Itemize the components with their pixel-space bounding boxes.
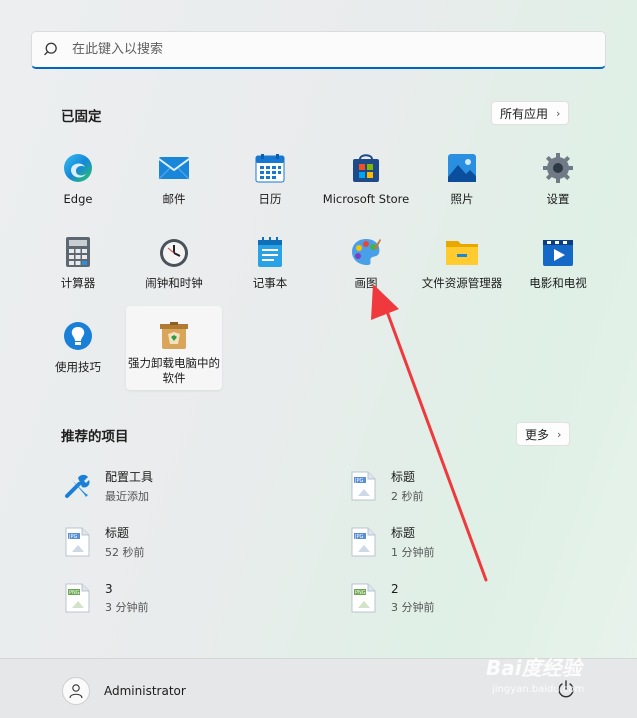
settings-icon	[540, 150, 576, 186]
item-title: 配置工具	[105, 470, 154, 484]
item-subtitle: 2 秒前	[391, 490, 424, 503]
calculator-icon	[60, 234, 96, 270]
app-photos[interactable]: 照片	[414, 140, 510, 224]
app-calculator[interactable]: 计算器	[30, 224, 126, 308]
movies-icon	[540, 234, 576, 270]
app-uninstaller[interactable]: 强力卸载电脑中的软件	[126, 306, 222, 390]
svg-text:JPG: JPG	[68, 534, 77, 540]
app-label: 记事本	[252, 276, 288, 290]
app-label: 邮件	[162, 192, 186, 206]
app-label: 电影和电视	[529, 276, 587, 290]
item-title: 标题	[391, 526, 416, 540]
png-file-icon: PNG	[347, 582, 379, 614]
all-apps-label: 所有应用	[500, 106, 549, 121]
app-label: 闹钟和时钟	[145, 276, 203, 290]
search-box[interactable]	[31, 31, 606, 69]
item-title: 标题	[391, 470, 416, 484]
more-label: 更多	[525, 427, 550, 442]
item-title: 2	[391, 581, 399, 596]
chevron-right-icon: ›	[556, 106, 561, 120]
app-file-explorer[interactable]: 文件资源管理器	[414, 224, 510, 308]
app-label: Edge	[63, 192, 93, 206]
user-name: Administrator	[104, 684, 186, 698]
app-microsoft-store[interactable]: Microsoft Store	[318, 140, 414, 224]
svg-text:PNG: PNG	[355, 590, 366, 596]
jpg-file-icon: JPG	[347, 470, 379, 502]
app-notepad[interactable]: 记事本	[222, 224, 318, 308]
paint-icon	[348, 234, 384, 270]
chevron-right-icon: ›	[557, 427, 562, 441]
jpg-file-icon: JPG	[347, 526, 379, 558]
app-label: 文件资源管理器	[421, 276, 503, 290]
svg-text:PNG: PNG	[69, 590, 80, 596]
all-apps-button[interactable]: 所有应用 ›	[491, 101, 570, 125]
app-clock[interactable]: 闹钟和时钟	[126, 224, 222, 308]
uninstall-icon	[156, 318, 192, 354]
item-title: 标题	[105, 526, 130, 540]
app-label: 计算器	[60, 276, 96, 290]
more-button[interactable]: 更多 ›	[516, 422, 571, 446]
app-movies-tv[interactable]: 电影和电视	[510, 224, 606, 308]
app-mail[interactable]: 邮件	[126, 140, 222, 224]
item-subtitle: 最近添加	[105, 490, 149, 503]
item-title: 3	[105, 581, 113, 596]
search-icon	[44, 42, 57, 55]
pinned-title: 已固定	[61, 109, 102, 125]
folder-icon	[444, 234, 480, 270]
tips-icon	[60, 318, 96, 354]
store-icon	[348, 150, 384, 186]
app-paint[interactable]: 画图	[318, 224, 414, 308]
app-label: 画图	[354, 276, 378, 290]
baidu-watermark: Bai度经验 jingyan.baidu.com	[486, 652, 606, 704]
item-subtitle: 52 秒前	[105, 546, 145, 559]
user-account-button[interactable]: Administrator	[62, 677, 186, 705]
app-edge[interactable]: Edge	[30, 140, 126, 224]
app-tips[interactable]: 使用技巧	[30, 308, 126, 392]
user-icon	[69, 684, 83, 699]
app-label: 设置	[546, 192, 570, 206]
svg-text:JPG: JPG	[354, 534, 363, 540]
tools-icon	[61, 470, 93, 502]
recommended-item[interactable]: PNG 3 3 分钟前	[61, 576, 321, 620]
item-subtitle: 3 分钟前	[105, 600, 149, 614]
recommended-title: 推荐的项目	[61, 429, 129, 445]
search-input[interactable]	[72, 42, 552, 57]
mail-icon	[156, 150, 192, 186]
recommended-item[interactable]: JPG 标题 2 秒前	[347, 464, 607, 508]
recommended-item[interactable]: 配置工具 最近添加	[61, 464, 321, 508]
item-subtitle: 3 分钟前	[391, 600, 435, 614]
svg-text:JPG: JPG	[354, 478, 363, 484]
app-label: 使用技巧	[55, 360, 101, 374]
recommended-item[interactable]: JPG 标题 52 秒前	[61, 520, 321, 564]
jpg-file-icon: JPG	[61, 526, 93, 558]
item-subtitle: 1 分钟前	[391, 546, 435, 559]
app-label: Microsoft Store	[322, 192, 410, 206]
png-file-icon: PNG	[61, 582, 93, 614]
recommended-item[interactable]: PNG 2 3 分钟前	[347, 576, 607, 620]
app-label: 强力卸载电脑中的软件	[128, 356, 220, 385]
notepad-icon	[252, 234, 288, 270]
calendar-icon	[252, 150, 288, 186]
recommended-item[interactable]: JPG 标题 1 分钟前	[347, 520, 607, 564]
edge-icon	[60, 150, 96, 186]
watermark-url: jingyan.baidu.com	[492, 684, 585, 695]
app-settings[interactable]: 设置	[510, 140, 606, 224]
clock-icon	[156, 234, 192, 270]
app-label: 照片	[450, 192, 474, 206]
avatar	[62, 677, 90, 705]
app-calendar[interactable]: 日历	[222, 140, 318, 224]
app-label: 日历	[258, 192, 282, 206]
watermark-logo: Bai度经验	[486, 656, 582, 680]
photos-icon	[444, 150, 480, 186]
